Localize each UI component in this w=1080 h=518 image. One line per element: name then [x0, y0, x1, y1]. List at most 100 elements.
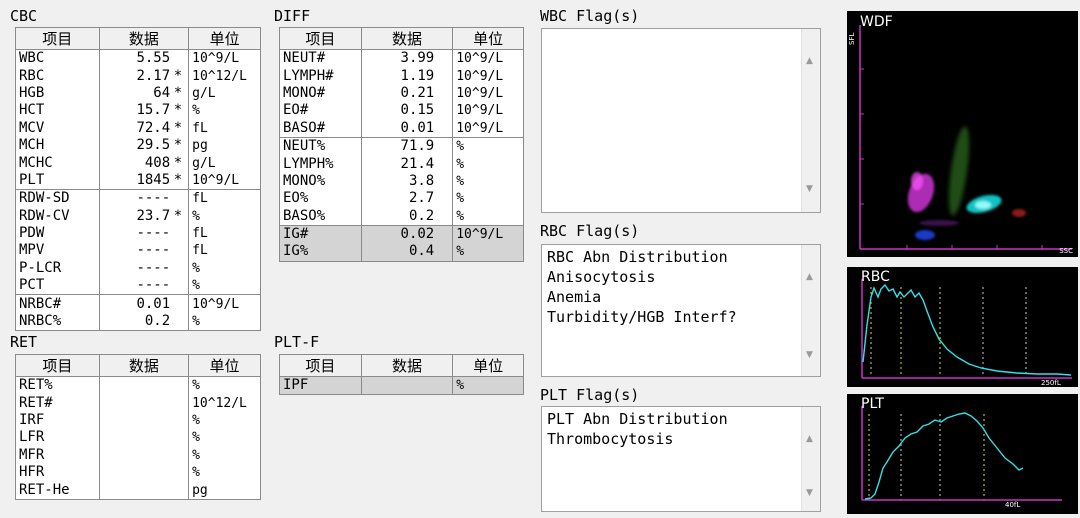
abnormal-flag: *	[173, 67, 183, 84]
col-header-unit[interactable]: 单位	[452, 354, 524, 377]
table-row[interactable]: P-LCR ----%	[15, 259, 261, 278]
table-row[interactable]: LYMPH# 1.19 10^9/L	[279, 67, 524, 85]
table-row[interactable]: NRBC# 0.01 10^9/L	[15, 294, 261, 313]
table-row[interactable]: IRF%	[15, 411, 261, 430]
table-row[interactable]: BASO% 0.2%	[279, 207, 524, 226]
rbc-flags-box[interactable]: RBC Abn Distribution Anisocytosis Anemia Tu…	[541, 244, 821, 377]
param-value	[98, 376, 190, 395]
rbc-histogram[interactable]: RBC 250fL	[847, 267, 1078, 387]
param-name: IG#	[279, 224, 362, 244]
scroll-up-icon[interactable]: ▲	[806, 267, 813, 287]
param-value-text: 0.21	[400, 84, 435, 101]
param-value: 71.9	[360, 136, 454, 156]
param-value	[98, 446, 190, 464]
param-unit: 10^9/L	[188, 294, 261, 313]
param-unit: %	[452, 207, 524, 226]
table-row[interactable]: MCH 29.5 * pg	[15, 136, 261, 155]
table-row[interactable]: MONO% 3.8%	[279, 172, 524, 191]
table-row[interactable]: HFR%	[15, 463, 261, 482]
param-name: MONO%	[279, 172, 362, 191]
abnormal-flag: *	[173, 207, 183, 224]
table-row[interactable]: IPF%	[279, 376, 524, 395]
table-row[interactable]: WBC 5.55 10^9/L	[15, 49, 261, 68]
rbc-flags-scrollbar[interactable]: ▲ ▼	[801, 245, 820, 376]
param-value-text: ----	[136, 242, 171, 259]
param-unit: 10^12/L	[188, 394, 261, 412]
col-header-data[interactable]: 数据	[360, 354, 454, 377]
plt-plot-title: PLT	[861, 396, 884, 412]
table-row[interactable]: NEUT% 71.9%	[279, 136, 524, 156]
flag-message: Thrombocytosis	[547, 430, 674, 448]
scroll-down-icon[interactable]: ▼	[806, 345, 813, 365]
wbc-flags-title: WBC Flag(s)	[540, 7, 640, 25]
col-header-unit[interactable]: 单位	[452, 27, 524, 50]
table-row[interactable]: RBC 2.17 * 10^12/L	[15, 67, 261, 85]
table-row[interactable]: MFR%	[15, 446, 261, 464]
table-row[interactable]: RDW-CV 23.7 *%	[15, 207, 261, 225]
param-value-text: 408	[144, 154, 171, 171]
table-row[interactable]: PCT ----%	[15, 277, 261, 295]
plt-histogram[interactable]: PLT 40fL	[847, 394, 1078, 514]
scroll-up-icon[interactable]: ▲	[806, 429, 813, 449]
param-value: 0.21	[360, 84, 454, 103]
diff-title: DIFF	[274, 7, 311, 25]
col-header-unit[interactable]: 单位	[188, 27, 261, 50]
scroll-down-icon[interactable]: ▼	[806, 179, 813, 199]
plt-flags-scrollbar[interactable]: ▲ ▼	[801, 407, 820, 511]
table-row[interactable]: NRBC% 0.2%	[15, 312, 261, 331]
scroll-down-icon[interactable]: ▼	[806, 483, 813, 503]
table-row[interactable]: MONO# 0.21 10^9/L	[279, 84, 524, 103]
param-unit: %	[452, 243, 524, 262]
param-value: 0.02	[360, 224, 454, 244]
param-unit: %	[452, 190, 524, 208]
table-row[interactable]: RET%%	[15, 376, 261, 395]
param-name: IG%	[279, 243, 362, 262]
table-row[interactable]: RET-He pg	[15, 481, 261, 500]
col-header-unit[interactable]: 单位	[188, 354, 261, 377]
table-row[interactable]: NEUT# 3.99 10^9/L	[279, 49, 524, 68]
table-row[interactable]: BASO# 0.01 10^9/L	[279, 119, 524, 138]
table-row[interactable]: PDW ---- fL	[15, 224, 261, 243]
col-header-data[interactable]: 数据	[98, 27, 190, 50]
param-unit: 10^9/L	[188, 49, 261, 68]
eo-cluster	[1012, 209, 1026, 217]
col-header-data[interactable]: 数据	[98, 354, 190, 377]
scroll-up-icon[interactable]: ▲	[806, 51, 813, 71]
table-row[interactable]: IG% 0.4%	[279, 243, 524, 262]
table-row[interactable]: HCT 15.7 *%	[15, 102, 261, 120]
col-header-item[interactable]: 项目	[279, 354, 362, 377]
table-row[interactable]: RET# 10^12/L	[15, 394, 261, 412]
table-row[interactable]: LYMPH% 21.4%	[279, 155, 524, 173]
param-value-text: ----	[136, 277, 171, 294]
table-row[interactable]: RDW-SD ---- fL	[15, 189, 261, 208]
param-name: RET-He	[15, 481, 100, 500]
param-value: 1845 *	[98, 171, 190, 190]
table-row[interactable]: PLT 1845 * 10^9/L	[15, 171, 261, 190]
abnormal-flag: *	[173, 171, 183, 188]
diff-table: 项目 数据 单位 NEUT# 3.99 10^9/L LYMPH# 1.19 10^9/L…	[279, 27, 524, 262]
wbc-flags-box[interactable]: ▲ ▼	[541, 28, 821, 213]
col-header-data[interactable]: 数据	[360, 27, 454, 50]
abnormal-flag: *	[173, 102, 183, 119]
wdf-scattergram[interactable]: WDF SFL SSC	[847, 11, 1078, 257]
table-row[interactable]: MCV 72.4 * fL	[15, 119, 261, 137]
table-row[interactable]: MPV ---- fL	[15, 242, 261, 260]
param-name: WBC	[15, 49, 100, 68]
param-name: LYMPH%	[279, 155, 362, 173]
abnormal-flag: *	[173, 154, 183, 171]
table-row[interactable]: EO# 0.15 10^9/L	[279, 102, 524, 120]
param-value-text: 0.2	[144, 313, 171, 330]
param-value: 2.7	[360, 190, 454, 208]
table-row[interactable]: EO% 2.7%	[279, 190, 524, 208]
table-row[interactable]: MCHC 408 * g/L	[15, 154, 261, 172]
table-row[interactable]: LFR%	[15, 429, 261, 447]
table-row[interactable]: HGB 64 * g/L	[15, 84, 261, 103]
col-header-item[interactable]: 项目	[15, 27, 100, 50]
col-header-item[interactable]: 项目	[15, 354, 100, 377]
col-header-item[interactable]: 项目	[279, 27, 362, 50]
table-row[interactable]: IG# 0.02 10^9/L	[279, 224, 524, 244]
flag-message: PLT Abn Distribution	[547, 410, 728, 428]
wbc-flags-scrollbar[interactable]: ▲ ▼	[801, 29, 820, 212]
param-value-text: 71.9	[400, 138, 435, 155]
plt-flags-box[interactable]: PLT Abn Distribution Thrombocytosis ▲ ▼	[541, 406, 821, 512]
